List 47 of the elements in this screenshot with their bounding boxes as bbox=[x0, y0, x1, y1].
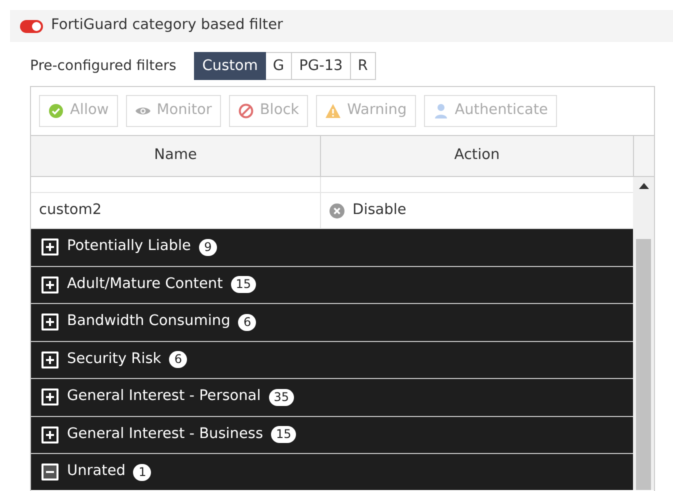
count-badge: 6 bbox=[238, 314, 256, 331]
user-icon bbox=[432, 103, 449, 119]
category-group-row[interactable]: General Interest - Business 15 bbox=[31, 416, 634, 454]
category-name: Unrated bbox=[67, 462, 126, 482]
category-group-row[interactable]: Unrated 1 bbox=[31, 454, 634, 490]
count-badge: 35 bbox=[268, 388, 294, 406]
category-group-row[interactable]: Security Risk 6 bbox=[31, 342, 634, 379]
scrollbar-thumb[interactable] bbox=[636, 239, 652, 490]
category-group-row[interactable]: General Interest - Personal 35 bbox=[31, 379, 634, 416]
count-badge: 9 bbox=[198, 238, 217, 256]
table-cell: custom2 bbox=[31, 193, 321, 228]
column-header[interactable]: Name bbox=[31, 136, 321, 176]
category-group-row[interactable]: Bandwidth Consuming 6 bbox=[31, 304, 634, 342]
prohibited-icon bbox=[238, 103, 254, 119]
filter-preset-button[interactable]: Custom bbox=[194, 52, 266, 80]
category-name: General Interest - Personal bbox=[67, 387, 261, 406]
expand-icon[interactable] bbox=[41, 238, 59, 256]
field-label: Pre-configured filters bbox=[30, 56, 176, 76]
collapse-icon[interactable] bbox=[41, 463, 59, 482]
action-text: Disable bbox=[352, 200, 406, 220]
count-badge: 1 bbox=[133, 464, 152, 481]
warning-icon bbox=[325, 103, 342, 119]
section-title: FortiGuard category based filter bbox=[51, 16, 283, 36]
filter-preset-button[interactable]: PG-13 bbox=[292, 52, 351, 80]
check-icon bbox=[48, 103, 64, 119]
category-name: Adult/Mature Content bbox=[67, 274, 223, 294]
count-badge: 15 bbox=[230, 276, 256, 294]
expand-icon[interactable] bbox=[41, 276, 59, 294]
expand-icon[interactable] bbox=[41, 388, 59, 406]
expand-icon[interactable] bbox=[41, 426, 59, 444]
category-name: Security Risk bbox=[67, 350, 162, 369]
disable-icon bbox=[328, 202, 345, 218]
filter-preset-button[interactable]: G bbox=[266, 52, 292, 80]
category-group-row[interactable]: Potentially Liable 9 bbox=[31, 229, 634, 266]
expand-icon[interactable] bbox=[41, 350, 59, 369]
scroll-up-icon[interactable] bbox=[638, 183, 649, 189]
filter-preset-button[interactable]: R bbox=[350, 52, 376, 80]
category-name: General Interest - Business bbox=[67, 424, 264, 444]
scrollbar[interactable] bbox=[633, 177, 654, 490]
category-group-row[interactable]: Adult/Mature Content 15 bbox=[31, 266, 634, 304]
category-name: Potentially Liable bbox=[67, 237, 191, 256]
category-name: Bandwidth Consuming bbox=[67, 312, 230, 332]
toggle-switch[interactable] bbox=[20, 20, 43, 32]
expand-icon[interactable] bbox=[41, 313, 59, 332]
column-header[interactable]: Action bbox=[321, 136, 634, 176]
count-badge: 15 bbox=[271, 426, 296, 444]
count-badge: 6 bbox=[169, 351, 188, 368]
